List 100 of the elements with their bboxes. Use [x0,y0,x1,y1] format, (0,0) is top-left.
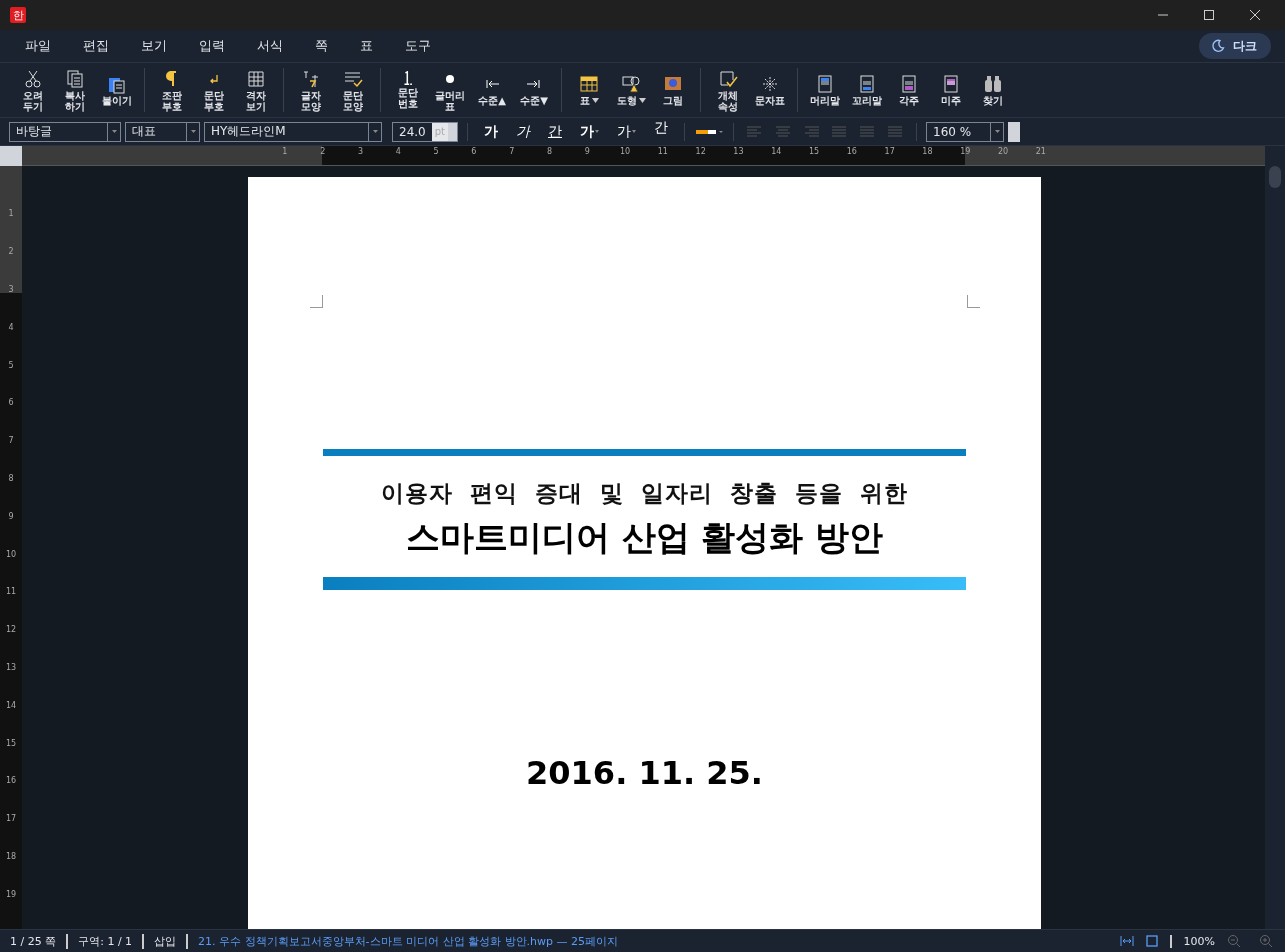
ruler-number: 15 [807,146,821,158]
align-icon[interactable] [857,125,877,138]
toolbar-button[interactable]: 복사 하기 [56,68,94,112]
style-dropdown[interactable]: 바탕글 [9,121,121,142]
caret-icon [111,130,117,133]
toolbar-button[interactable]: 오려 두기 [14,68,52,112]
ruler-number: 8 [7,472,15,485]
page-indicator: 1 / 25 쪽 [0,933,69,949]
toolbar-button[interactable]: 표 [570,74,608,106]
character-format-button[interactable]: 간 [541,122,569,141]
caret-icon [994,130,1000,133]
document-date: 2016. 11. 25. [526,754,763,792]
ruler-number: 1 [7,208,15,221]
character-format-button[interactable]: 가 [477,122,505,141]
align-icon[interactable] [829,125,849,138]
toolbar-button[interactable]: 수준▼ [515,74,553,106]
toolbar-button[interactable]: 찾기 [974,74,1012,106]
ruler-number: 9 [583,146,591,158]
menu-item[interactable]: 보기 [141,37,167,55]
grid-icon [245,68,267,89]
zoom-in-icon[interactable] [1259,934,1273,948]
ruler-number: 10 [618,146,632,158]
toolbar-button[interactable]: 문단 번호 [389,71,427,109]
menu-item[interactable]: 도구 [405,37,431,55]
align-icon[interactable] [773,125,793,138]
close-icon[interactable] [1249,9,1261,21]
objprops-icon [717,68,739,89]
numbering-icon [404,71,412,86]
ruler-number: 11 [656,146,669,158]
ruler-number: 20 [996,146,1010,158]
ruler-number: 17 [883,146,896,158]
ruler-number: 19 [959,146,972,158]
ruler-number: 16 [4,775,18,788]
menu-item[interactable]: 편집 [83,37,109,55]
fit-width-icon[interactable] [1119,936,1134,946]
ruler-number: 11 [4,586,18,599]
zoom-level: 100% [1169,934,1227,948]
toolbar-button[interactable]: 격자 보기 [237,68,275,112]
ruler-corner [0,146,22,166]
ruler-number: 10 [4,548,18,561]
toolbar-button[interactable]: 각주 [890,74,928,106]
ruler-number: 13 [4,661,18,674]
ruler-number: 14 [4,699,18,712]
character-format-button[interactable]: 가 [610,122,643,141]
ruler-number: 4 [394,146,402,158]
menu-item[interactable]: 서식 [257,37,283,55]
toolbar-button[interactable]: 그림 [654,74,692,106]
ruler-number: 2 [319,146,327,158]
caret-icon [190,130,196,133]
toolbar-button[interactable]: 꼬리말 [848,74,886,106]
app-logo: 한 [10,7,26,23]
toolbar-button[interactable]: 조판 부호 [153,68,191,112]
ruler-number: 15 [4,737,18,750]
ruler-number: 5 [7,359,15,372]
toolbar-button[interactable]: 문단 모양 [334,68,372,112]
ruler-number: 9 [7,510,15,523]
toolbar-button[interactable]: 수준▲ [473,74,511,106]
align-icon[interactable] [885,125,905,138]
scrollbar-thumb[interactable] [1269,166,1281,188]
ruler-number: 2 [7,246,15,259]
toolbar-button[interactable]: 글자 모양 [292,68,330,112]
document-subtitle: 이용자 편익 증대 및 일자리 창출 등을 위한 [380,479,909,508]
font-size-field[interactable]: 24.0 pt [392,121,458,142]
theme-toggle-button[interactable]: 다크 [1199,33,1271,59]
ruler-number: 16 [845,146,858,158]
ruler-number: 12 [694,146,707,158]
ruler-number: 1 [281,146,289,158]
table-icon [578,74,600,94]
line-color-icon[interactable] [694,127,724,136]
ruler-number: 17 [4,813,18,826]
fit-page-icon[interactable] [1145,935,1158,947]
shapes-icon [620,74,642,94]
ruler-number: 5 [432,146,440,158]
ruler-number: 6 [470,146,478,158]
menu-item[interactable]: 파일 [25,37,51,55]
toolbar-button[interactable]: 문자표 [751,74,789,106]
zoom-out-icon[interactable] [1227,934,1241,948]
maximize-icon[interactable] [1203,9,1215,21]
section-indicator: 구역: 1 / 1 [68,933,145,949]
zoom-field[interactable]: 160 % [926,121,1004,142]
binoculars-icon [982,74,1004,94]
toolbar-button[interactable]: 붙이기 [98,74,136,106]
font-dropdown[interactable]: HY헤드라인M [204,121,382,142]
toolbar-button[interactable]: 개체 속성 [709,68,747,112]
menu-item[interactable]: 입력 [199,37,225,55]
toolbar-button[interactable]: 머리말 [806,74,844,106]
character-format-button[interactable]: 간 [647,118,675,137]
menu-item[interactable]: 표 [360,37,373,55]
spinner-icon[interactable] [1008,121,1020,142]
toolbar-button[interactable]: 문단 부호 [195,68,233,112]
document-title: 스마트미디어 산업 활성화 방안 [405,516,884,559]
menu-item[interactable]: 쪽 [315,37,328,55]
character-format-button[interactable]: 가 [509,122,537,141]
toolbar-button[interactable]: 글머리 표 [431,68,469,112]
copy-icon [64,68,86,89]
language-dropdown[interactable]: 대표 [125,121,200,142]
toolbar-button[interactable]: 미주 [932,74,970,106]
caret-icon [372,130,378,133]
toolbar-button[interactable]: 도형 [612,74,650,106]
character-format-button[interactable]: 가 [573,122,606,141]
